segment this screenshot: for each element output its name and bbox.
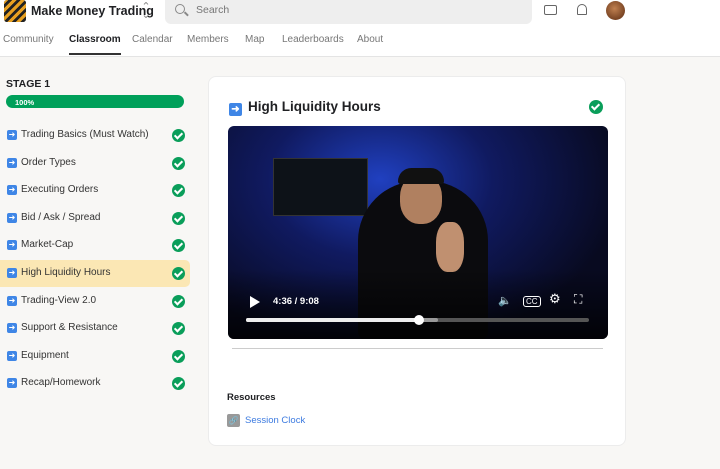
lesson-item[interactable]: ➜ Order Types: [0, 150, 190, 177]
stage-progress-bar: 100%: [6, 95, 184, 108]
completed-check-icon: [172, 129, 185, 142]
resource-link-label[interactable]: Session Clock: [245, 415, 305, 426]
video-frame-cap: [398, 168, 444, 184]
tab-calendar[interactable]: Calendar: [132, 34, 173, 45]
completed-check-icon: [172, 322, 185, 336]
play-icon[interactable]: [250, 296, 260, 308]
video-seek-bar[interactable]: [246, 315, 589, 325]
tab-members[interactable]: Members: [187, 34, 229, 45]
arrow-right-icon: ➜: [7, 295, 17, 306]
video-frame-hand: [436, 222, 464, 272]
lesson-card: ➜ High Liquidity Hours 4:36 / 9:08 🔈 CC ⚙…: [208, 76, 626, 446]
tab-about[interactable]: About: [357, 34, 383, 45]
lesson-item[interactable]: ➜ Bid / Ask / Spread: [0, 205, 190, 232]
lesson-title-text: High Liquidity Hours: [248, 99, 381, 114]
played-bar: [246, 318, 419, 322]
lesson-item[interactable]: ➜ Market-Cap: [0, 232, 190, 259]
lesson-item-label: Executing Orders: [21, 184, 99, 196]
arrow-right-icon: ➜: [7, 130, 17, 140]
lesson-item[interactable]: ➜ Executing Orders: [0, 177, 190, 204]
lesson-item-label: Equipment: [21, 349, 69, 361]
arrow-right-icon: ➜: [7, 350, 17, 361]
video-frame-monitor: [273, 158, 368, 216]
top-header: Make Money Trading ⌃⌄ Community Classroo…: [0, 0, 720, 57]
search-input[interactable]: [196, 4, 496, 16]
community-logo[interactable]: [4, 0, 26, 22]
completed-check-icon: [172, 294, 185, 308]
resources-heading: Resources: [227, 392, 276, 403]
arrow-right-icon: ➜: [7, 240, 17, 251]
completed-check-icon: [172, 211, 185, 225]
arrow-right-icon: ➜: [229, 103, 242, 116]
lesson-item-label: High Liquidity Hours: [21, 267, 111, 278]
chat-icon[interactable]: [544, 5, 557, 15]
seek-handle[interactable]: [413, 315, 424, 325]
completed-check-icon: [172, 239, 185, 253]
resource-link-session-clock[interactable]: 🔗 Session Clock: [227, 414, 305, 427]
community-switcher-icon[interactable]: ⌃ ⌄: [141, 2, 151, 21]
arrow-right-icon: ➜: [7, 268, 17, 278]
link-icon: 🔗: [227, 414, 240, 427]
user-avatar[interactable]: [606, 1, 625, 20]
completed-check-icon[interactable]: [589, 100, 603, 114]
arrow-right-icon: ➜: [7, 185, 17, 196]
lesson-item-label: Order Types: [21, 156, 76, 168]
tab-community[interactable]: Community: [3, 34, 54, 45]
tab-classroom[interactable]: Classroom: [69, 34, 121, 55]
arrow-right-icon: ➜: [7, 212, 17, 223]
completed-check-icon: [172, 349, 185, 363]
stage-title: STAGE 1: [6, 78, 51, 90]
lesson-item[interactable]: ➜ Recap/Homework: [0, 370, 190, 397]
completed-check-icon: [172, 184, 185, 198]
search-bar[interactable]: [165, 0, 532, 24]
settings-gear-icon[interactable]: ⚙: [549, 291, 561, 307]
lesson-item-label: Trading Basics (Must Watch): [21, 129, 149, 140]
video-time: 4:36 / 9:08: [273, 296, 319, 307]
tab-map[interactable]: Map: [245, 34, 264, 45]
volume-icon[interactable]: 🔈: [498, 294, 512, 307]
arrow-right-icon: ➜: [7, 157, 17, 168]
lesson-item-label: Market-Cap: [21, 239, 74, 251]
tab-leaderboards[interactable]: Leaderboards: [282, 34, 344, 45]
divider: [232, 348, 603, 349]
lesson-item[interactable]: ➜ Trading Basics (Must Watch): [0, 122, 190, 149]
captions-icon[interactable]: CC: [523, 296, 541, 307]
lesson-item-label: Trading-View 2.0: [21, 294, 97, 306]
arrow-right-icon: ➜: [7, 323, 17, 334]
arrow-right-icon: ➜: [7, 378, 17, 389]
bell-icon[interactable]: [577, 4, 587, 15]
lesson-item[interactable]: ➜ High Liquidity Hours: [0, 260, 190, 287]
completed-check-icon: [172, 267, 185, 280]
lesson-item-label: Support & Resistance: [21, 322, 118, 334]
lesson-item[interactable]: ➜ Trading-View 2.0: [0, 288, 190, 315]
completed-check-icon: [172, 377, 185, 391]
search-icon: [175, 4, 185, 14]
lesson-item[interactable]: ➜ Support & Resistance: [0, 315, 190, 342]
lesson-title: ➜ High Liquidity Hours: [229, 99, 381, 116]
completed-check-icon: [172, 156, 185, 170]
lesson-item[interactable]: ➜ Equipment: [0, 343, 190, 370]
lesson-item-label: Bid / Ask / Spread: [21, 211, 101, 223]
lesson-item-label: Recap/Homework: [21, 377, 101, 389]
video-player[interactable]: 4:36 / 9:08 🔈 CC ⚙ ⛶: [228, 126, 608, 339]
fullscreen-icon[interactable]: ⛶: [574, 292, 582, 307]
community-name[interactable]: Make Money Trading: [31, 4, 154, 18]
